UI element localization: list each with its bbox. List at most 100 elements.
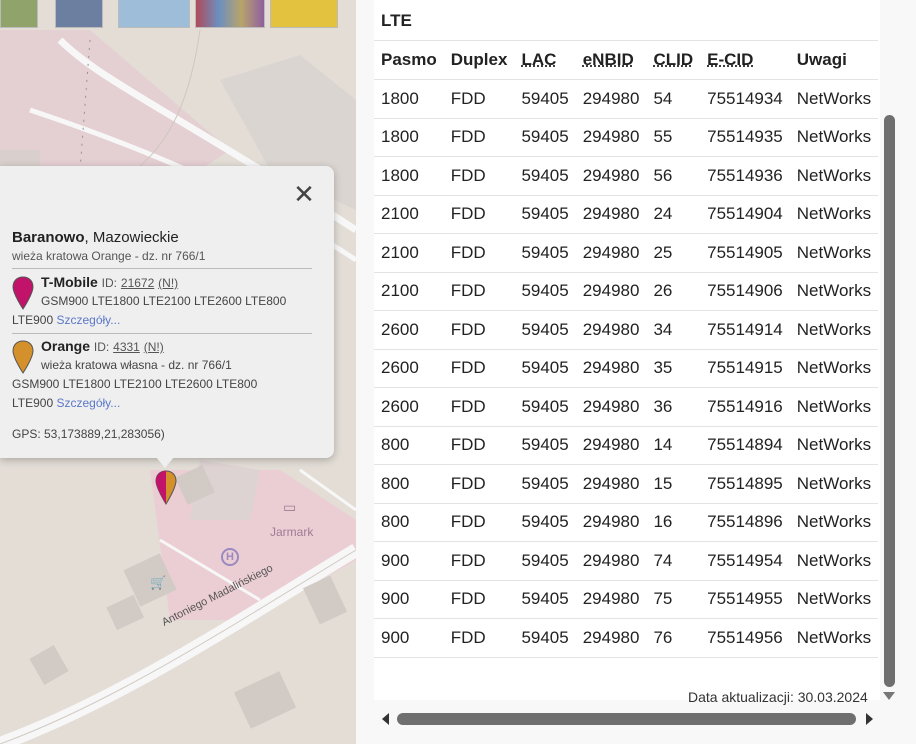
layer-thumb[interactable] [118,0,190,28]
table-cell: 294980 [575,310,647,350]
layer-thumb[interactable] [195,0,265,28]
table-cell: 59405 [514,541,576,581]
table-row: 900 FDD 59405 294980 74 75514954 NetWorks [374,541,879,581]
table-cell: 59405 [514,79,576,119]
table-cell: 14 [646,426,701,465]
operator-id-link[interactable]: 21672 [121,276,154,290]
table-cell: 75514935 [700,118,790,157]
table-cell: FDD [443,580,515,619]
t-mobile-pin-icon [12,276,34,310]
network-link[interactable]: (N!) [144,340,164,354]
operator-id-label: ID: [93,340,110,354]
details-link[interactable]: Szczegóły... [56,313,120,327]
scroll-down-icon[interactable] [883,692,895,700]
column-header[interactable]: eNBID [575,40,647,80]
table-cell: FDD [443,503,515,542]
orange-pin-icon [12,340,34,374]
table-cell: 1800 [374,118,444,157]
table-cell: 75514936 [700,156,790,196]
technology-text: LTE900 [12,313,54,327]
site-title: Baranowo, Mazowieckie [12,229,179,246]
table-cell: 294980 [575,618,647,658]
table-cell: FDD [443,79,515,119]
place-region: , Mazowieckie [84,229,179,246]
table-cell: 75514916 [700,387,790,427]
table-row: 1800 FDD 59405 294980 54 75514934 NetWorks [374,79,879,119]
table-cell: 16 [646,503,701,542]
table-cell: 294980 [575,79,647,119]
table-cell: 75514904 [700,195,790,234]
column-header[interactable]: E-CID [700,40,790,80]
table-cell: 294980 [575,541,647,581]
divider [12,268,312,269]
operator-name-orange: Orange ID: 4331 (N!) [41,338,164,354]
layer-thumb[interactable] [270,0,338,28]
table-row: 2600 FDD 59405 294980 35 75514915 NetWorks [374,349,879,388]
table-cell: 294980 [575,387,647,427]
table-row: 800 FDD 59405 294980 16 75514896 NetWorks [374,503,879,542]
operator-id-link[interactable]: 4331 [113,340,140,354]
table-cell: NetWorks [789,387,879,427]
scroll-right-icon[interactable] [866,713,873,725]
table-cell: 35 [646,349,701,388]
scroll-left-icon[interactable] [382,713,389,725]
table-cell: 900 [374,618,444,658]
table-cell: NetWorks [789,580,879,619]
table-cell: 25 [646,233,701,273]
lte-cells-table: Pasmo Duplex LAC eNBID CLID E-CID Uwagi … [374,40,879,658]
table-cell: 2100 [374,195,444,234]
table-row: 2100 FDD 59405 294980 25 75514905 NetWorks [374,233,879,273]
table-cell: 24 [646,195,701,234]
section-title: LTE [381,11,412,30]
table-row: 2100 FDD 59405 294980 26 75514906 NetWorks [374,272,879,311]
details-link[interactable]: Szczegóły... [56,396,120,410]
horizontal-scrollbar[interactable] [397,713,856,725]
column-header[interactable]: CLID [646,40,701,80]
table-cell: 75514956 [700,618,790,658]
table-cell: 76 [646,618,701,658]
site-popup [0,166,334,458]
table-cell: FDD [443,233,515,273]
shopping-cart-icon: 🛒 [150,575,167,590]
table-cell: 59405 [514,195,576,234]
table-cell: 59405 [514,580,576,619]
layer-thumb[interactable] [55,0,103,28]
table-cell: FDD [443,156,515,196]
table-cell: 294980 [575,503,647,542]
table-cell: 2100 [374,233,444,273]
table-cell: 294980 [575,426,647,465]
table-cell: NetWorks [789,618,879,658]
layer-thumb[interactable] [0,0,38,28]
table-cell: 75514915 [700,349,790,388]
layer-thumbnails [0,0,356,28]
site-description: wieża kratowa Orange - dz. nr 766/1 [12,249,206,263]
table-cell: NetWorks [789,426,879,465]
table-cell: FDD [443,464,515,504]
table-cell: 2600 [374,310,444,350]
table-row: 1800 FDD 59405 294980 56 75514936 NetWorks [374,156,879,196]
furniture-icon: ▭ [283,499,297,515]
operator-site-description: wieża kratowa własna - dz. nr 766/1 [41,358,232,372]
table-cell: NetWorks [789,541,879,581]
table-cell: 1800 [374,79,444,119]
table-cell: NetWorks [789,118,879,157]
table-cell: 294980 [575,156,647,196]
table-cell: 2100 [374,272,444,311]
table-cell: FDD [443,195,515,234]
close-icon[interactable]: ✕ [292,181,316,207]
table-cell: 59405 [514,464,576,504]
column-header[interactable]: LAC [514,40,576,80]
network-link[interactable]: (N!) [158,276,178,290]
vertical-scrollbar[interactable] [884,115,895,687]
table-header-row: Pasmo Duplex LAC eNBID CLID E-CID Uwagi [374,40,879,80]
table-cell: 75514954 [700,541,790,581]
site-marker-icon[interactable] [155,470,177,506]
table-cell: 800 [374,426,444,465]
column-header: Pasmo [374,40,444,80]
table-cell: 59405 [514,426,576,465]
table-cell: 75514934 [700,79,790,119]
table-row: 2600 FDD 59405 294980 36 75514916 NetWorks [374,387,879,427]
table-row: 800 FDD 59405 294980 14 75514894 NetWorks [374,426,879,465]
table-cell: 15 [646,464,701,504]
gps-coordinates: GPS: 53,173889,21,283056) [12,427,165,441]
